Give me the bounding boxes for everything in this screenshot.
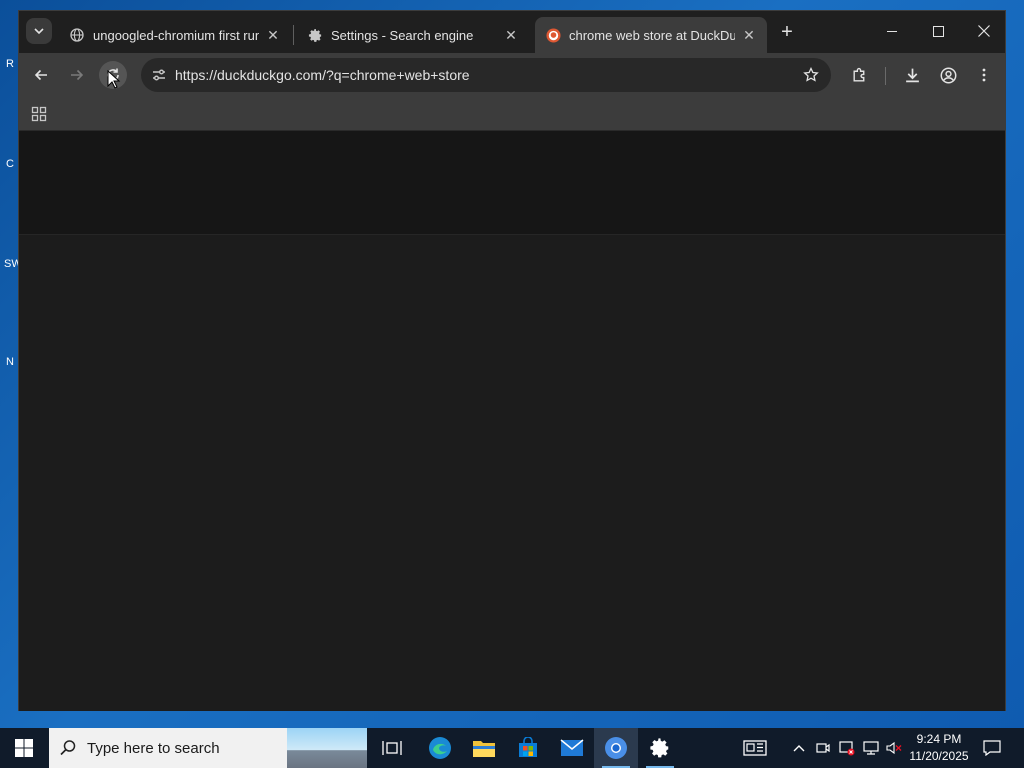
chevron-down-icon xyxy=(34,28,44,35)
tab-separator xyxy=(293,25,294,45)
notifications-button[interactable] xyxy=(978,728,1006,768)
settings-icon xyxy=(650,738,669,758)
address-bar-url: https://duckduckgo.com/?q=chrome+web+sto… xyxy=(175,67,470,83)
site-info-icon[interactable] xyxy=(147,63,171,87)
download-icon xyxy=(905,68,919,82)
tab-search-button[interactable] xyxy=(26,18,52,44)
tab-ungoogled-first-run[interactable]: ungoogled-chromium first run page ✕ xyxy=(59,17,291,53)
settings-taskbar-button[interactable] xyxy=(638,728,682,768)
clock-time: 9:24 PM xyxy=(916,732,962,746)
desktop-icon-label-fragment[interactable]: SW xyxy=(4,258,22,272)
bookmark-bar xyxy=(19,97,1005,131)
toolbar-divider xyxy=(885,67,886,85)
tab-duckduckgo[interactable]: chrome web store at DuckDuckGo ✕ xyxy=(535,17,767,53)
new-tab-button[interactable]: + xyxy=(775,20,799,44)
apps-button[interactable] xyxy=(27,102,51,126)
task-view-icon xyxy=(382,741,402,755)
security-tray-button[interactable] xyxy=(836,728,858,768)
search-placeholder: Type here to search xyxy=(87,739,220,757)
mail-taskbar-button[interactable] xyxy=(550,728,594,768)
desktop-icon-label-fragment[interactable]: R xyxy=(6,58,18,72)
tab-title: chrome web store at DuckDuckGo xyxy=(569,27,735,43)
close-tab-icon[interactable]: ✕ xyxy=(265,27,281,43)
start-button[interactable] xyxy=(0,728,48,768)
bookmark-star-icon[interactable] xyxy=(799,63,823,87)
close-tab-icon[interactable]: ✕ xyxy=(503,27,519,43)
tab-settings-search-engine[interactable]: Settings - Search engine ✕ xyxy=(297,17,529,53)
mail-icon xyxy=(560,739,584,756)
more-vert-icon xyxy=(982,68,986,82)
browser-toolbar: https://duckduckgo.com/?q=chrome+web+sto… xyxy=(19,53,1005,97)
shield-warning-icon xyxy=(839,741,855,756)
maximize-button[interactable] xyxy=(915,11,961,51)
search-icon xyxy=(49,739,87,757)
taskbar: Type here to search 9:24 PM 11/20/2025 xyxy=(0,728,1024,768)
page-content[interactable] xyxy=(19,131,1005,711)
browser-window: ungoogled-chromium first run page ✕ Sett… xyxy=(18,10,1006,711)
desktop-icon-label-fragment[interactable]: N xyxy=(6,356,18,370)
windows-logo-icon xyxy=(15,739,33,757)
menu-button[interactable] xyxy=(970,61,998,89)
address-bar[interactable]: https://duckduckgo.com/?q=chrome+web+sto… xyxy=(141,58,831,92)
show-hidden-icons-button[interactable] xyxy=(788,728,810,768)
account-icon xyxy=(940,67,956,83)
mouse-cursor-icon xyxy=(107,70,121,89)
volume-tray-button[interactable] xyxy=(884,728,904,768)
apps-grid-icon xyxy=(31,106,47,122)
globe-icon xyxy=(69,27,85,43)
arrow-right-icon xyxy=(71,69,84,81)
maximize-icon xyxy=(932,25,944,37)
close-window-button[interactable] xyxy=(961,11,1007,51)
close-icon xyxy=(978,25,990,37)
profile-button[interactable] xyxy=(934,61,962,89)
meet-now-button[interactable] xyxy=(812,728,834,768)
search-highlight-illustration xyxy=(287,728,367,768)
volume-muted-icon xyxy=(886,741,902,755)
chromium-taskbar-button[interactable] xyxy=(594,728,638,768)
downloads-button[interactable] xyxy=(898,61,926,89)
edge-taskbar-button[interactable] xyxy=(418,728,462,768)
extensions-button[interactable] xyxy=(845,61,873,89)
tab-title: ungoogled-chromium first run page xyxy=(93,27,259,43)
forward-button[interactable] xyxy=(63,61,91,89)
store-taskbar-button[interactable] xyxy=(506,728,550,768)
camera-icon xyxy=(816,743,830,753)
desktop-icon-label-fragment[interactable]: C xyxy=(6,158,18,172)
duckduckgo-icon xyxy=(545,27,561,43)
minimize-icon xyxy=(886,30,897,32)
chromium-icon xyxy=(605,737,627,759)
minimize-button[interactable] xyxy=(869,11,915,51)
network-icon xyxy=(863,741,879,755)
page-header-area xyxy=(19,131,1005,235)
file-explorer-taskbar-button[interactable] xyxy=(462,728,506,768)
close-tab-icon[interactable]: ✕ xyxy=(741,27,757,43)
tab-title: Settings - Search engine xyxy=(331,27,474,43)
back-button[interactable] xyxy=(27,61,55,89)
arrow-left-icon xyxy=(34,69,47,81)
file-explorer-icon xyxy=(473,741,495,757)
news-icon xyxy=(743,740,767,756)
chevron-up-icon xyxy=(793,745,805,752)
clock-date: 11/20/2025 xyxy=(909,749,969,763)
taskbar-search-box[interactable]: Type here to search xyxy=(49,728,367,768)
tab-strip: ungoogled-chromium first run page ✕ Sett… xyxy=(19,11,1005,53)
plus-icon: + xyxy=(781,20,793,43)
notification-icon xyxy=(983,740,1001,756)
gear-icon xyxy=(307,27,323,43)
task-view-button[interactable] xyxy=(370,728,414,768)
news-widget-button[interactable] xyxy=(738,728,772,768)
taskbar-clock[interactable]: 9:24 PM 11/20/2025 xyxy=(904,728,974,768)
edge-icon xyxy=(429,737,451,759)
network-tray-button[interactable] xyxy=(860,728,882,768)
store-icon xyxy=(519,737,537,757)
puzzle-icon xyxy=(852,67,864,82)
